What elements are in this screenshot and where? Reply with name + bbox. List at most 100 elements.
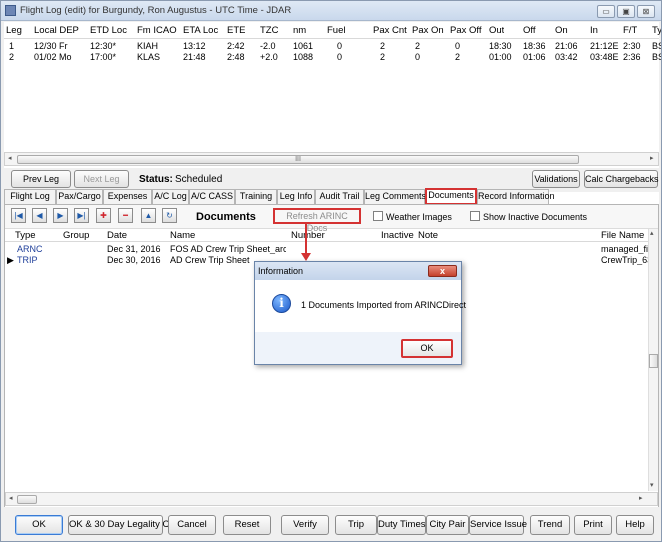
info-icon: i bbox=[272, 294, 291, 313]
documents-hscrollbar[interactable]: ◂ ▸ bbox=[5, 492, 658, 506]
dialog-ok-button[interactable]: OK bbox=[401, 339, 453, 358]
scroll-left-icon[interactable]: ◂ bbox=[9, 494, 13, 502]
col-pax-off[interactable]: Pax Off bbox=[450, 25, 482, 36]
ok-button[interactable]: OK bbox=[15, 515, 63, 535]
col-ft[interactable]: F/T bbox=[623, 25, 637, 36]
refresh-icon[interactable]: ↻ bbox=[162, 208, 177, 223]
scroll-down-icon[interactable]: ▾ bbox=[650, 481, 654, 489]
tab-record-information[interactable]: Record Information bbox=[477, 189, 555, 204]
col-pax-cnt[interactable]: Pax Cnt bbox=[373, 25, 407, 36]
col-on[interactable]: On bbox=[555, 25, 568, 36]
col-etd-loc[interactable]: ETD Loc bbox=[90, 25, 127, 36]
col-file-name[interactable]: File Name bbox=[601, 230, 644, 241]
col-nm[interactable]: nm bbox=[293, 25, 306, 36]
maximize-button[interactable]: ▣ bbox=[617, 5, 635, 18]
status-label: Status: bbox=[139, 174, 173, 185]
cancel-button[interactable]: Cancel bbox=[168, 515, 216, 535]
col-ete[interactable]: ETE bbox=[227, 25, 245, 36]
col-inactive[interactable]: Inactive bbox=[381, 230, 414, 241]
legs-scroll-thumb[interactable]: III bbox=[17, 155, 579, 164]
close-window-button[interactable]: ⊠ bbox=[637, 5, 655, 18]
duty-times-button[interactable]: Duty Times bbox=[377, 515, 426, 535]
col-date[interactable]: Date bbox=[107, 230, 127, 241]
documents-hscroll-thumb[interactable] bbox=[17, 495, 37, 504]
col-eta-loc[interactable]: ETA Loc bbox=[183, 25, 218, 36]
tab-ac-log[interactable]: A/C Log bbox=[152, 189, 189, 204]
scroll-right-icon[interactable]: ▸ bbox=[650, 154, 654, 162]
checkbox-box[interactable] bbox=[470, 211, 480, 221]
cell-pax-on: 2 bbox=[415, 41, 421, 51]
service-issue-button[interactable]: Service Issue bbox=[469, 515, 527, 535]
table-row[interactable]: 2 01/02 Mo 17:00* KLAS 21:48 2:48 +2.0 1088 0 2 0 2… bbox=[4, 52, 661, 63]
tab-expenses[interactable]: Expenses bbox=[103, 189, 152, 204]
documents-vscroll-thumb[interactable] bbox=[649, 354, 658, 368]
scroll-right-icon[interactable]: ▸ bbox=[639, 494, 643, 502]
col-pax-on[interactable]: Pax On bbox=[412, 25, 444, 36]
col-name[interactable]: Name bbox=[170, 230, 195, 241]
verify-button[interactable]: Verify bbox=[281, 515, 329, 535]
help-button[interactable]: Help bbox=[616, 515, 654, 535]
next-leg-button[interactable]: Next Leg bbox=[74, 170, 129, 188]
dialog-close-icon[interactable]: x bbox=[428, 265, 457, 277]
col-fuel[interactable]: Fuel bbox=[327, 25, 345, 36]
tab-documents[interactable]: Documents bbox=[425, 188, 477, 205]
move-up-icon[interactable]: ▲ bbox=[141, 208, 156, 223]
doc-type[interactable]: ARNC bbox=[17, 244, 43, 254]
trend-button[interactable]: Trend bbox=[530, 515, 570, 535]
tab-leg-comments[interactable]: Leg Comments bbox=[364, 189, 426, 204]
information-dialog: Information x i 1 Documents Imported fro… bbox=[254, 261, 466, 365]
cell-ete: 2:48 bbox=[227, 52, 245, 62]
tab-audit-trail[interactable]: Audit Trail bbox=[315, 189, 364, 204]
col-note[interactable]: Note bbox=[418, 230, 438, 241]
col-tzc[interactable]: TZC bbox=[260, 25, 278, 36]
trip-button[interactable]: Trip bbox=[335, 515, 377, 535]
col-out[interactable]: Out bbox=[489, 25, 504, 36]
col-in[interactable]: In bbox=[590, 25, 598, 36]
checkbox-box[interactable] bbox=[373, 211, 383, 221]
col-off[interactable]: Off bbox=[523, 25, 536, 36]
calc-chargebacks-button[interactable]: Calc Chargebacks bbox=[584, 170, 659, 188]
cell-off: 01:06 bbox=[523, 52, 546, 62]
list-item[interactable]: ARNC Dec 31, 2016 FOS AD Crew Trip Sheet_a… bbox=[5, 244, 658, 255]
scroll-up-icon[interactable]: ▴ bbox=[650, 229, 654, 237]
col-ty[interactable]: Ty bbox=[652, 25, 661, 36]
tab-leg-info[interactable]: Leg Info bbox=[277, 189, 315, 204]
weather-images-checkbox[interactable]: Weather Images bbox=[373, 211, 452, 222]
cell-in: 21:12E bbox=[590, 41, 619, 51]
add-record-icon[interactable]: ✚ bbox=[96, 208, 111, 223]
cell-tzc: -2.0 bbox=[260, 41, 276, 51]
col-group[interactable]: Group bbox=[63, 230, 89, 241]
legs-grid-hscrollbar[interactable]: ◂ III ▸ bbox=[4, 152, 659, 166]
tab-pax-cargo[interactable]: Pax/Cargo bbox=[56, 189, 103, 204]
first-record-icon[interactable]: |◀ bbox=[11, 208, 26, 223]
scroll-left-icon[interactable]: ◂ bbox=[8, 154, 12, 162]
previous-record-icon[interactable]: ◀ bbox=[32, 208, 47, 223]
col-type[interactable]: Type bbox=[15, 230, 36, 241]
table-row[interactable]: 1 12/30 Fr 12:30* KIAH 13:12 2:42 -2.0 1061 0 2 2 0… bbox=[4, 41, 661, 52]
reset-button[interactable]: Reset bbox=[223, 515, 271, 535]
col-number[interactable]: Number bbox=[291, 230, 325, 241]
refresh-arinc-docs-button[interactable]: Refresh ARINC Docs bbox=[273, 208, 361, 233]
city-pair-button[interactable]: City Pair bbox=[426, 515, 469, 535]
prev-leg-button[interactable]: Prev Leg bbox=[11, 170, 71, 188]
minimize-button[interactable]: ▭ bbox=[597, 5, 615, 18]
col-fm-icao[interactable]: Fm ICAO bbox=[137, 25, 177, 36]
next-record-icon[interactable]: ▶ bbox=[53, 208, 68, 223]
documents-vscrollbar[interactable]: ▴ ▾ bbox=[648, 229, 658, 491]
ok-legality-button[interactable]: OK & 30 Day Legality Ck bbox=[68, 515, 174, 535]
tab-flight-log[interactable]: Flight Log bbox=[4, 189, 56, 204]
cell-off: 18:36 bbox=[523, 41, 546, 51]
status-value: Scheduled bbox=[175, 174, 223, 185]
print-button[interactable]: Print bbox=[574, 515, 612, 535]
annotation-arrow-line bbox=[305, 222, 307, 257]
cell-out: 01:00 bbox=[489, 52, 512, 62]
col-local-dep[interactable]: Local DEP bbox=[34, 25, 79, 36]
validations-button[interactable]: Validations bbox=[532, 170, 580, 188]
delete-record-icon[interactable]: ━ bbox=[118, 208, 133, 223]
tab-training[interactable]: Training bbox=[235, 189, 277, 204]
show-inactive-checkbox[interactable]: Show Inactive Documents bbox=[470, 211, 587, 222]
col-leg[interactable]: Leg bbox=[6, 25, 22, 36]
tab-ac-cass[interactable]: A/C CASS bbox=[189, 189, 235, 204]
doc-type[interactable]: TRIP bbox=[17, 255, 38, 265]
last-record-icon[interactable]: ▶| bbox=[74, 208, 89, 223]
